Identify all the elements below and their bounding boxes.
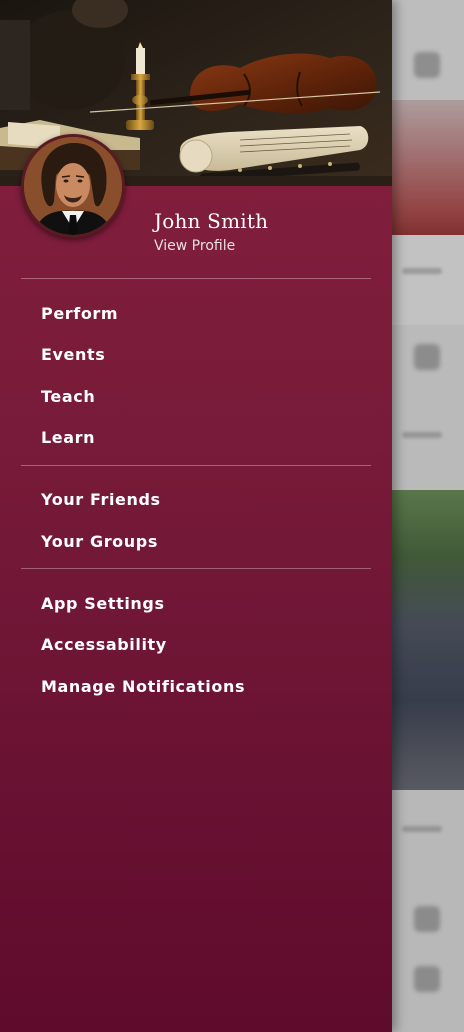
user-name[interactable]: John Smith <box>154 209 268 233</box>
menu-item-teach[interactable]: Teach <box>41 387 95 406</box>
divider <box>21 465 371 466</box>
profile-avatar[interactable] <box>21 134 125 238</box>
scrim <box>392 0 464 1032</box>
background-content <box>392 0 464 1032</box>
divider <box>21 568 371 569</box>
view-profile-link[interactable]: View Profile <box>154 238 235 254</box>
menu-item-manage-notifications[interactable]: Manage Notifications <box>41 677 245 696</box>
profile-photo <box>24 137 122 235</box>
menu-item-perform[interactable]: Perform <box>41 304 118 323</box>
menu-item-accessability[interactable]: Accessability <box>41 635 167 654</box>
menu-item-your-groups[interactable]: Your Groups <box>41 532 158 551</box>
navigation-drawer: John Smith View Profile Perform Events T… <box>0 0 392 1032</box>
menu-item-events[interactable]: Events <box>41 345 105 364</box>
divider <box>21 278 371 279</box>
menu-item-app-settings[interactable]: App Settings <box>41 594 165 613</box>
menu-item-learn[interactable]: Learn <box>41 428 95 447</box>
menu-item-your-friends[interactable]: Your Friends <box>41 490 161 509</box>
